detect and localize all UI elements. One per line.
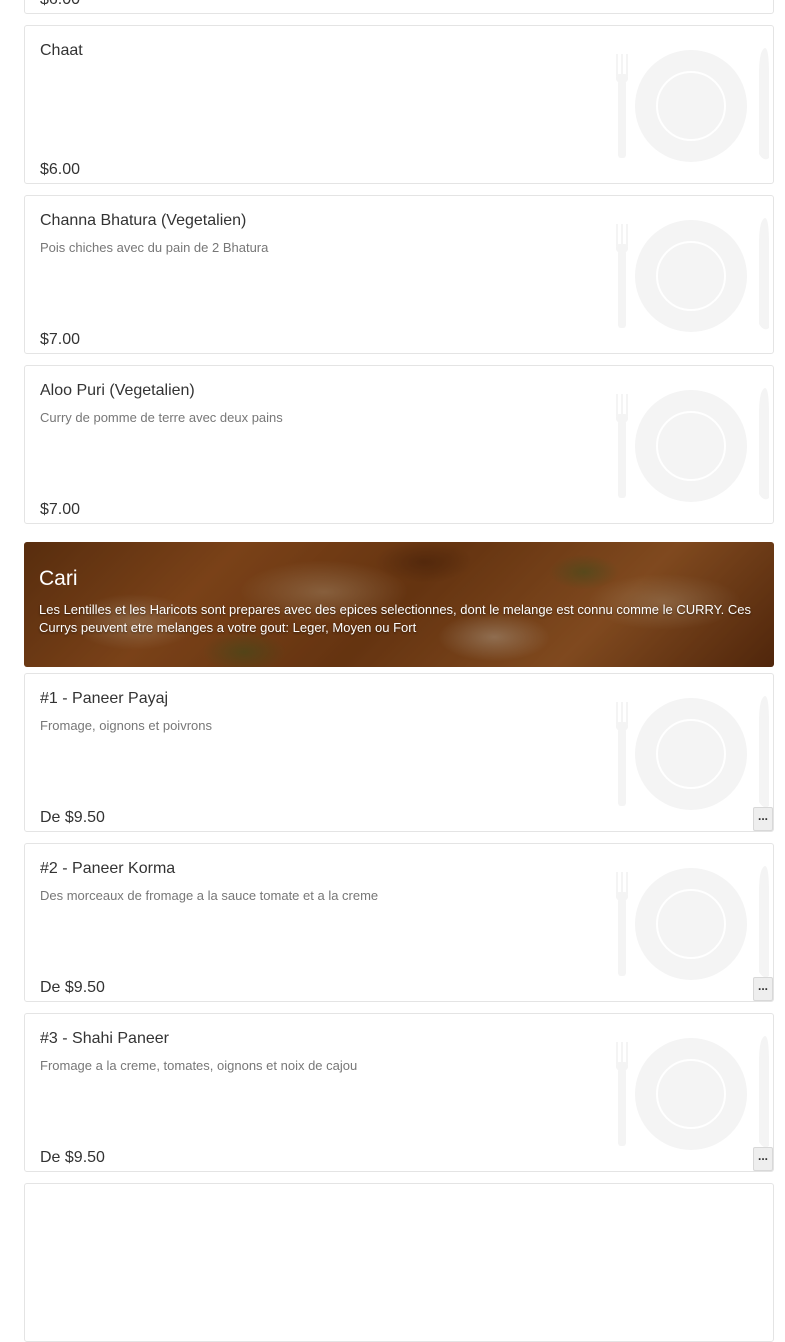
category-title: Cari (39, 567, 78, 590)
category-description: Les Lentilles et les Haricots sont prepa… (39, 602, 752, 635)
item-name: Aloo Puri (Vegetalien) (40, 382, 195, 399)
item-description: Des morceaux de fromage a la sauce tomat… (40, 888, 379, 903)
item-name: #1 - Paneer Payaj (40, 690, 169, 707)
more-options-button[interactable]: ... (753, 1147, 773, 1171)
item-description: Curry de pomme de terre avec deux pains (40, 410, 283, 425)
plate-fork-knife-icon (616, 218, 769, 332)
item-price: De $9.50 (40, 1149, 105, 1166)
item-price: $6.00 (40, 0, 80, 9)
category-banner: Cari Les Lentilles et les Haricots sont … (24, 542, 774, 667)
item-description: Pois chiches avec du pain de 2 Bhatura (40, 240, 269, 255)
menu-item-card[interactable]: $6.00 (24, 0, 774, 14)
item-price: De $9.50 (40, 809, 105, 826)
more-options-button[interactable]: ... (753, 977, 773, 1001)
item-name: #2 - Paneer Korma (40, 860, 176, 877)
item-name: #3 - Shahi Paneer (40, 1030, 169, 1047)
plate-fork-knife-icon (616, 866, 769, 980)
more-options-button[interactable]: ... (753, 807, 773, 831)
item-description: Fromage, oignons et poivrons (40, 718, 212, 733)
menu-item-card[interactable]: #2 - Paneer Korma Des morceaux de fromag… (24, 843, 774, 1002)
menu-item-card[interactable] (24, 1183, 774, 1342)
plate-fork-knife-icon (616, 48, 769, 162)
menu-item-card[interactable]: Chaat $6.00 (24, 25, 774, 184)
menu-item-card[interactable]: Aloo Puri (Vegetalien) Curry de pomme de… (24, 365, 774, 524)
plate-fork-knife-icon (616, 388, 769, 502)
item-price: $7.00 (40, 331, 81, 348)
plate-fork-knife-icon (616, 696, 769, 810)
item-price: De $9.50 (40, 979, 105, 996)
menu-item-card[interactable]: #1 - Paneer Payaj Fromage, oignons et po… (24, 673, 774, 832)
item-name: Chaat (40, 42, 83, 59)
item-name: Channa Bhatura (Vegetalien) (40, 212, 247, 229)
item-price: $7.00 (40, 501, 81, 518)
menu-item-card[interactable]: Channa Bhatura (Vegetalien) Pois chiches… (24, 195, 774, 354)
menu-item-card[interactable]: #3 - Shahi Paneer Fromage a la creme, to… (24, 1013, 774, 1172)
item-description: Fromage a la creme, tomates, oignons et … (40, 1058, 358, 1073)
plate-fork-knife-icon (616, 1036, 769, 1150)
item-price: $6.00 (40, 161, 81, 178)
